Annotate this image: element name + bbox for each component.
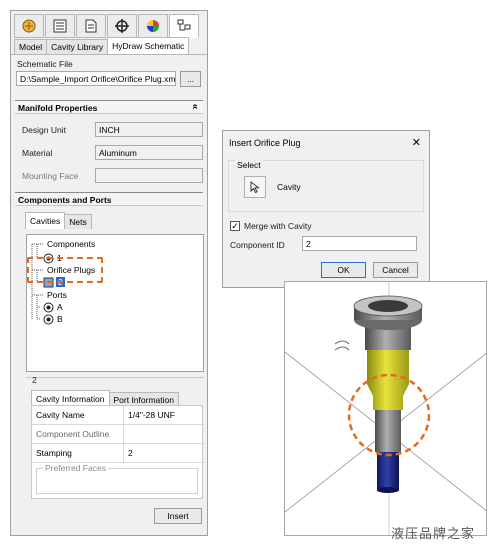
manifold-properties-header[interactable]: Manifold Properties « <box>15 100 203 114</box>
port-node-icon <box>43 302 54 313</box>
crosshair-toolbar-button[interactable] <box>107 14 137 38</box>
select-cavity-button[interactable] <box>244 176 266 198</box>
stem-part <box>375 410 401 452</box>
properties-toolbar-button[interactable] <box>45 14 75 38</box>
components-ports-title: Components and Ports <box>18 195 112 205</box>
crosshair-icon <box>115 19 129 33</box>
properties-icon <box>53 19 67 33</box>
tab-divider <box>11 54 207 55</box>
component-id-label: Component ID <box>230 240 285 250</box>
tree-node-port-a[interactable]: A <box>57 302 63 312</box>
ok-button[interactable]: OK <box>321 262 366 278</box>
tab-model[interactable]: Model <box>14 39 48 54</box>
tree-node-port-b[interactable]: B <box>57 314 63 324</box>
tree-node-ports[interactable]: Ports <box>47 290 67 300</box>
grid-row-label: Component Outline <box>36 429 110 439</box>
grid-row-value[interactable]: 2 <box>128 448 133 458</box>
cavity-info-grid: Cavity Name 1/4"-28 UNF Component Outlin… <box>31 405 204 499</box>
tab-cavities[interactable]: Cavities <box>25 212 66 229</box>
cancel-button[interactable]: Cancel <box>373 262 418 278</box>
document-icon <box>85 19 97 33</box>
browse-button[interactable]: ... <box>180 71 201 87</box>
tab-cavity-library[interactable]: Cavity Library <box>46 39 109 54</box>
merge-with-cavity-label: Merge with Cavity <box>244 221 312 231</box>
cursor-arrow-icon <box>250 181 260 193</box>
3d-viewport[interactable] <box>284 281 487 536</box>
puzzle-icon <box>22 19 36 33</box>
puzzle-toolbar-button[interactable] <box>14 14 44 38</box>
material-label: Material <box>22 148 53 158</box>
grid-row: Cavity Name 1/4"-28 UNF <box>32 406 204 425</box>
schematic-icon <box>177 19 191 31</box>
tree-node-components[interactable]: Components <box>47 239 95 249</box>
grid-row-value[interactable]: 1/4"-28 UNF <box>128 410 175 420</box>
components-ports-header[interactable]: Components and Ports <box>15 192 203 206</box>
merge-with-cavity-checkbox[interactable]: ✓ <box>230 221 240 231</box>
select-group-label: Select <box>235 160 263 170</box>
component-id-field[interactable]: 2 <box>302 236 417 251</box>
close-icon[interactable]: ✕ <box>412 136 421 149</box>
select-group: Select Cavity <box>228 160 424 212</box>
design-unit-label: Design Unit <box>22 125 66 135</box>
grid-row: Component Outline <box>32 425 204 444</box>
rotate-icon <box>334 340 350 351</box>
preferred-faces-label: Preferred Faces <box>43 463 108 473</box>
component-tree: Components 1 Orifice Plugs 2 Ports A B <box>26 234 204 372</box>
watermark-text: 液压品牌之家 <box>391 527 476 542</box>
dialog-title: Insert Orifice Plug <box>229 138 301 148</box>
collapse-chevron-icon[interactable]: « <box>190 104 201 110</box>
orifice-plug-model <box>285 282 486 535</box>
insert-orifice-plug-dialog: Insert Orifice Plug ✕ Select Cavity ✓ Me… <box>222 130 430 288</box>
design-unit-field[interactable]: INCH <box>95 122 203 137</box>
document-toolbar-button[interactable] <box>76 14 106 38</box>
schematic-file-label: Schematic File <box>17 59 73 69</box>
appearance-toolbar-button[interactable] <box>138 14 168 38</box>
grid-row: Stamping 2 <box>32 444 204 463</box>
insert-button[interactable]: Insert <box>154 508 202 524</box>
orifice-plugs-highlight <box>27 257 103 283</box>
detail-id: 2 <box>32 375 37 385</box>
material-field[interactable]: Aluminum <box>95 145 203 160</box>
grid-row-label: Stamping <box>36 448 72 458</box>
manifold-properties-title: Manifold Properties <box>18 103 98 113</box>
select-cavity-label: Cavity <box>277 182 301 192</box>
color-wheel-icon <box>147 20 159 32</box>
mounting-face-field[interactable] <box>95 168 203 183</box>
tab-nets[interactable]: Nets <box>64 214 92 229</box>
preferred-faces-group: Preferred Faces <box>36 463 198 494</box>
schematic-file-field[interactable]: D:\Sample_Import Orifice\Orifice Plug.xm… <box>16 71 176 86</box>
property-panel: Model Cavity Library HyDraw Schematic Sc… <box>10 10 208 536</box>
port-node-icon <box>43 314 54 325</box>
tab-hydraw-schematic[interactable]: HyDraw Schematic <box>107 37 190 54</box>
mounting-face-label: Mounting Face <box>22 171 79 181</box>
grid-row-label: Cavity Name <box>36 410 85 420</box>
schematic-toolbar-button[interactable] <box>169 14 199 38</box>
